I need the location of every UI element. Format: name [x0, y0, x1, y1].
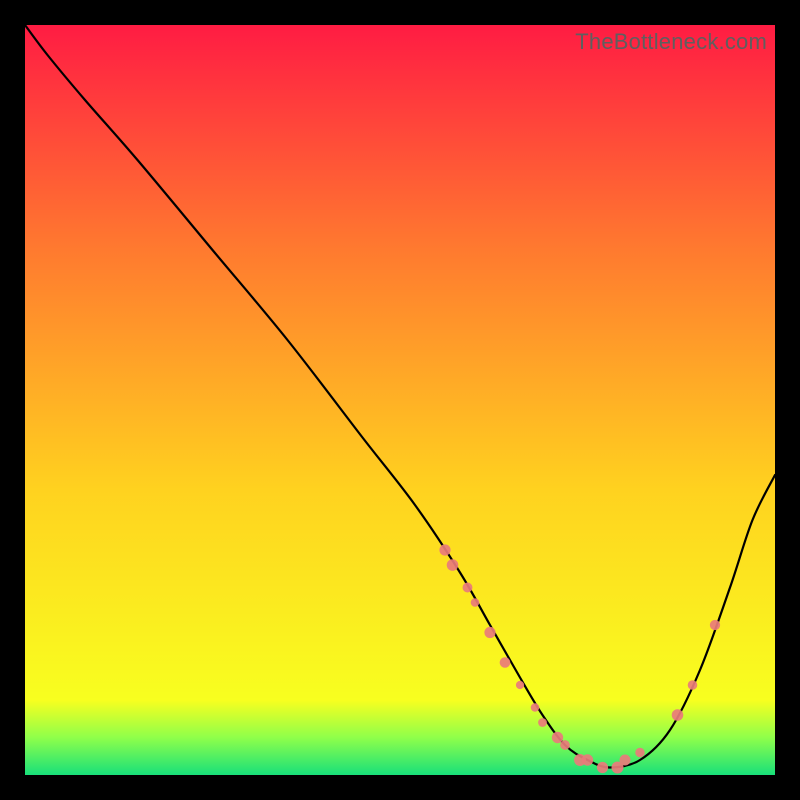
- scatter-dot: [710, 620, 720, 630]
- gradient-background: [25, 25, 775, 775]
- scatter-dot: [560, 740, 570, 750]
- scatter-dot: [463, 583, 473, 593]
- scatter-dot: [619, 754, 630, 765]
- scatter-dot: [484, 627, 495, 638]
- scatter-dot: [597, 762, 608, 773]
- scatter-dot: [688, 680, 698, 690]
- scatter-dot: [516, 681, 524, 689]
- chart-frame: TheBottleneck.com: [25, 25, 775, 775]
- scatter-dot: [439, 544, 450, 555]
- scatter-dot: [471, 598, 480, 607]
- scatter-dot: [582, 754, 593, 765]
- scatter-dot: [538, 718, 547, 727]
- scatter-dot: [672, 709, 684, 721]
- chart-svg: [25, 25, 775, 775]
- scatter-dot: [635, 748, 644, 757]
- watermark-text: TheBottleneck.com: [575, 29, 767, 55]
- scatter-dot: [552, 732, 563, 743]
- scatter-dot: [500, 657, 511, 668]
- scatter-dot: [531, 703, 540, 712]
- scatter-dot: [447, 559, 459, 571]
